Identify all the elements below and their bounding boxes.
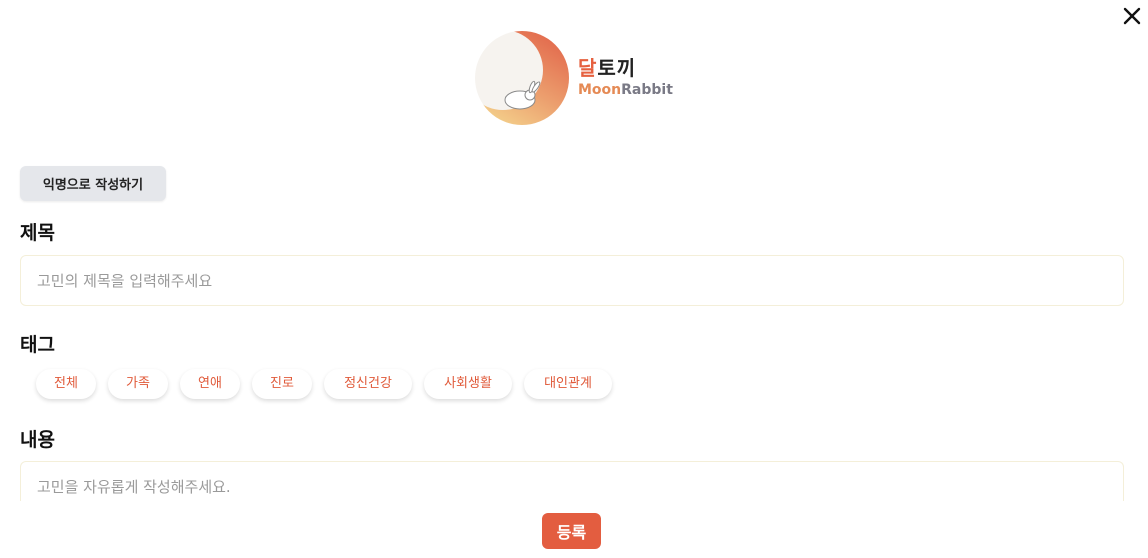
tag-career[interactable]: 진로 <box>252 369 312 399</box>
moon-rabbit-icon <box>475 31 569 125</box>
title-input[interactable] <box>20 255 1124 306</box>
submit-button[interactable]: 등록 <box>542 513 601 549</box>
logo: 달토끼 MoonRabbit <box>470 28 710 128</box>
tag-relationships[interactable]: 대인관계 <box>524 369 612 399</box>
anonymous-write-button[interactable]: 익명으로 작성하기 <box>20 166 166 201</box>
tag-social-life[interactable]: 사회생활 <box>424 369 512 399</box>
close-icon[interactable] <box>1120 4 1144 28</box>
tag-all[interactable]: 전체 <box>36 369 96 399</box>
tag-family[interactable]: 가족 <box>108 369 168 399</box>
tag-romance[interactable]: 연애 <box>180 369 240 399</box>
content-box <box>20 461 1124 501</box>
content-label: 내용 <box>20 429 55 451</box>
title-label: 제목 <box>20 222 55 244</box>
content-textarea[interactable] <box>21 462 1123 501</box>
tags-label: 태그 <box>20 334 55 356</box>
brand-name-korean: 달토끼 <box>578 56 637 80</box>
tag-mental-health[interactable]: 정신건강 <box>324 369 412 399</box>
brand-name-english: MoonRabbit <box>578 82 673 98</box>
